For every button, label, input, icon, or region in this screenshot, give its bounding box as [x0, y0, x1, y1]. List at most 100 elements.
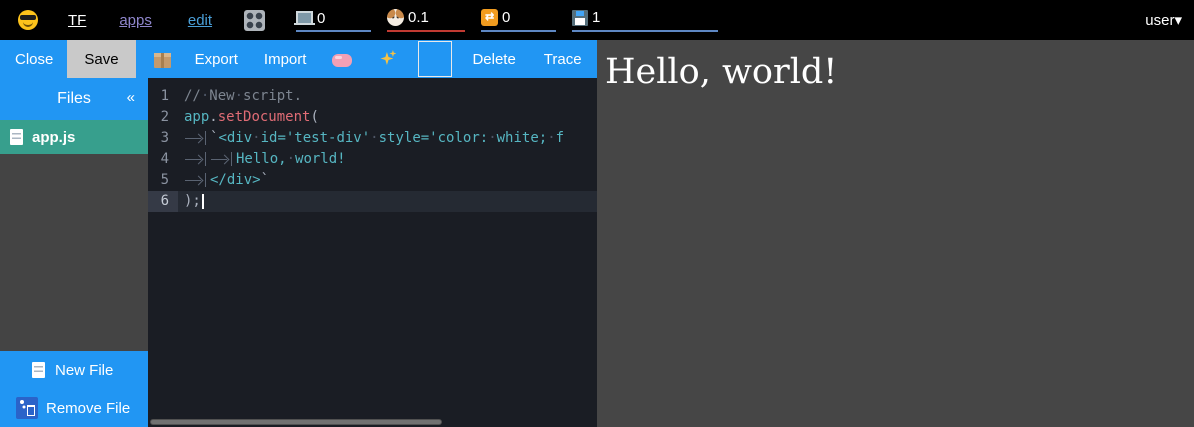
sidebar-spacer [0, 154, 148, 351]
code-line-1[interactable]: 1//·New·script. [148, 86, 597, 107]
topbar-stats: 0 0.1 0 1 [296, 9, 718, 32]
code-token: app [184, 109, 209, 125]
code-content: </div>` [178, 170, 597, 191]
code-content: `<div·id='test-div'·style='color:·white;… [178, 128, 597, 149]
hamster-icon [387, 9, 404, 26]
delete-button[interactable]: Delete [472, 51, 515, 68]
new-file-button-label: New File [55, 362, 113, 379]
package-button[interactable] [154, 51, 171, 68]
code-token: · [287, 151, 295, 167]
preview-text: Hello, world! [597, 40, 1194, 92]
package-icon [154, 53, 171, 68]
code-token: // [184, 88, 201, 104]
files-header-title: Files [57, 90, 91, 108]
code-token: world! [295, 151, 346, 167]
code-content: app.setDocument( [178, 107, 597, 128]
code-token: style='color: [379, 130, 489, 146]
nav-link-apps[interactable]: apps [119, 12, 152, 29]
code-line-6[interactable]: 6); [148, 191, 597, 212]
floppy-stat[interactable]: 1 [572, 10, 718, 32]
tab-marker [184, 152, 206, 166]
code-token: · [252, 130, 260, 146]
user-menu[interactable]: user▾ [1145, 11, 1182, 29]
files-header: Files « [0, 78, 148, 120]
sparkles-icon [378, 50, 396, 68]
toolbar: Close Save Export Import Delete Trace [0, 40, 597, 78]
line-number: 3 [148, 128, 178, 149]
code-content: //·New·script. [178, 86, 597, 107]
code-token: <div [218, 130, 252, 146]
code-token: ); [184, 193, 201, 209]
line-number: 4 [148, 149, 178, 170]
sidebar-collapse-button[interactable]: « [127, 89, 135, 106]
code-token: . [209, 109, 217, 125]
tab-marker [184, 173, 206, 187]
floppy-icon [572, 10, 588, 26]
code-line-4[interactable]: 4Hello,·world! [148, 149, 597, 170]
litter-bin-icon [16, 397, 38, 419]
repeat-stat-value: 0 [502, 10, 510, 25]
code-line-3[interactable]: 3`<div·id='test-div'·style='color:·white… [148, 128, 597, 149]
code-line-2[interactable]: 2app.setDocument( [148, 107, 597, 128]
save-button[interactable]: Save [67, 40, 135, 78]
trace-button[interactable]: Trace [544, 51, 582, 68]
nav-link-tf[interactable]: TF [68, 12, 86, 29]
nav-link-edit[interactable]: edit [188, 12, 212, 29]
repeat-icon [481, 9, 498, 26]
file-icon [10, 129, 23, 145]
new-file-button[interactable]: New File [0, 351, 148, 389]
code-token: script. [243, 88, 302, 104]
toolbar-input[interactable] [418, 41, 452, 77]
code-token: white; [497, 130, 548, 146]
code-token: New [209, 88, 234, 104]
sidebar: Files « app.js New File Remove File [0, 78, 148, 427]
code-editor[interactable]: 1//·New·script.2app.setDocument(3`<div·i… [148, 78, 597, 427]
floppy-stat-value: 1 [592, 10, 600, 25]
code-token: setDocument [218, 109, 311, 125]
export-button[interactable]: Export [195, 51, 238, 68]
topbar: TF apps edit 0 0.1 0 1 user▾ [0, 0, 1194, 40]
soap-icon [332, 54, 352, 67]
code-token: ( [310, 109, 318, 125]
control-knobs-icon[interactable] [244, 10, 265, 31]
code-token: ` [261, 172, 269, 188]
hamster-stat[interactable]: 0.1 [387, 9, 465, 32]
code-token: · [235, 88, 243, 104]
laptop-stat[interactable]: 0 [296, 11, 371, 32]
line-number: 5 [148, 170, 178, 191]
import-button[interactable]: Import [264, 51, 307, 68]
doc-icon [32, 362, 45, 378]
close-button[interactable]: Close [15, 51, 53, 68]
repeat-stat[interactable]: 0 [481, 9, 556, 32]
sidebar-actions: New File Remove File [0, 351, 148, 427]
laptop-icon [296, 11, 313, 23]
text-cursor [202, 194, 204, 209]
remove-file-button-label: Remove File [46, 400, 130, 417]
code-content: Hello,·world! [178, 149, 597, 170]
remove-file-button[interactable]: Remove File [0, 389, 148, 427]
code-token: </div> [210, 172, 261, 188]
code-token: · [547, 130, 555, 146]
code-token: Hello, [236, 151, 287, 167]
tab-marker [184, 131, 206, 145]
sunglasses-face-icon[interactable] [18, 10, 38, 30]
sparkles-button[interactable] [378, 50, 396, 68]
file-item-app.js[interactable]: app.js [0, 120, 148, 154]
code-content: ); [178, 191, 597, 212]
code-token: · [370, 130, 378, 146]
line-number: 1 [148, 86, 178, 107]
horizontal-scrollbar[interactable] [150, 419, 442, 425]
app-window: TF apps edit 0 0.1 0 1 user▾ Close Save Expor… [0, 0, 1194, 427]
line-number: 6 [148, 191, 178, 212]
hamster-stat-value: 0.1 [408, 10, 429, 25]
tab-marker [210, 152, 232, 166]
code-line-5[interactable]: 5</div>` [148, 170, 597, 191]
code-token: f [556, 130, 564, 146]
file-name: app.js [32, 129, 75, 146]
file-list: app.js [0, 120, 148, 154]
code-token: · [488, 130, 496, 146]
preview-panel: Hello, world! [597, 40, 1194, 427]
code-token: id='test-div' [261, 130, 371, 146]
soap-button[interactable] [332, 51, 352, 67]
editor-lines: 1//·New·script.2app.setDocument(3`<div·i… [148, 86, 597, 212]
